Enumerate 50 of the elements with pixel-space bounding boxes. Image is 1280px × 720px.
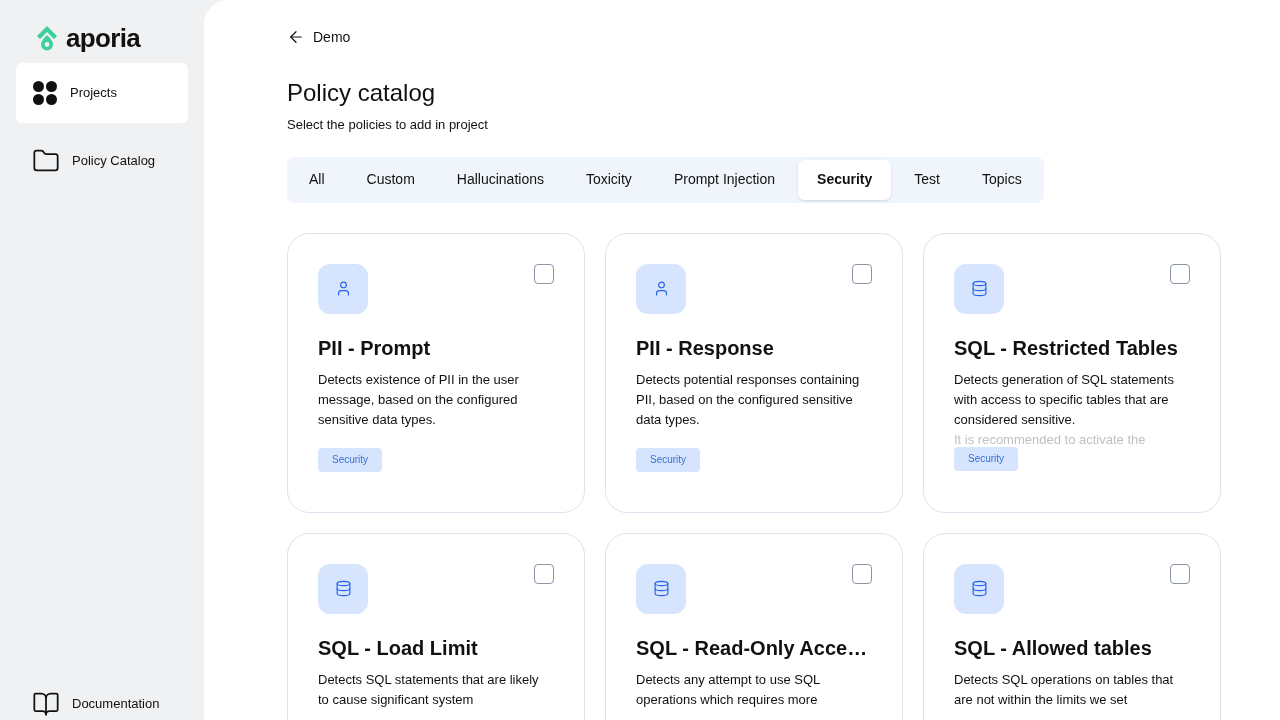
logo-text: aporia <box>66 21 141 55</box>
policy-card[interactable]: PII - Prompt Detects existence of PII in the user message, based on the configured sensitive data types. Security <box>287 232 585 513</box>
policy-card[interactable]: SQL - Restricted Tables Detects generation of SQL statements with access to specific tables that are considered sensitive. It is recommended to activate the Security <box>923 232 1221 513</box>
back-link[interactable]: Demo <box>287 26 1280 48</box>
card-description: Detects SQL operations on tables that are not within the limits we set <box>954 670 1175 709</box>
filter-tab[interactable]: Test <box>895 159 959 200</box>
category-tag: Security <box>318 447 383 472</box>
card-description: Detects any attempt to use SQL operations which requires more <box>636 670 821 709</box>
logo-icon <box>36 25 58 51</box>
card-description: Detects generation of SQL statements with access to specific tables that are considered sensitive. <box>954 370 1175 429</box>
card-title: PII - Prompt <box>318 335 432 361</box>
category-tag: Security <box>636 447 701 472</box>
card-description: Detects existence of PII in the user message, based on the configured sensitive data types. <box>318 370 520 429</box>
sidebar-item[interactable]: Projects <box>16 63 188 123</box>
filter-tab[interactable]: Security <box>798 159 892 200</box>
grid-icon <box>32 80 58 106</box>
page-subtitle: Select the policies to add in project <box>287 116 489 134</box>
checkbox[interactable] <box>1170 563 1190 584</box>
policy-card[interactable]: SQL - Load Limit Detects SQL statements that are likely to cause significant system <box>287 532 585 720</box>
checkbox[interactable] <box>852 263 872 284</box>
filter-tab[interactable]: Prompt Injection <box>654 159 795 200</box>
database-icon <box>970 580 988 597</box>
filter-tab[interactable]: Custom <box>347 159 434 200</box>
card-description: It is recommended to activate the <box>954 430 1147 449</box>
checkbox[interactable] <box>534 563 554 584</box>
book-icon <box>32 690 60 718</box>
database-icon <box>970 280 988 297</box>
card-description: Detects SQL statements that are likely to cause significant system <box>318 670 540 709</box>
checkbox[interactable] <box>1170 263 1190 284</box>
filter-tab[interactable]: Topics <box>963 159 1041 200</box>
card-title: SQL - Restricted Tables <box>954 335 1179 361</box>
filter-tab[interactable]: All <box>290 159 344 200</box>
card-title: SQL - Read-Only Acce… <box>636 635 869 661</box>
sidebar-item[interactable]: Policy Catalog <box>16 131 188 191</box>
policy-card[interactable]: SQL - Allowed tables Detects SQL operations on tables that are not within the limits we set <box>923 532 1221 720</box>
category-tag: Security <box>954 446 1019 471</box>
card-title: SQL - Load Limit <box>318 635 479 661</box>
filter-tab[interactable]: Hallucinations <box>437 159 563 200</box>
page-title: Policy catalog <box>287 78 437 108</box>
card-title: SQL - Allowed tables <box>954 635 1153 661</box>
database-icon <box>334 580 352 597</box>
policy-card[interactable]: PII - Response Detects potential responses containing PII, based on the configured sensitive data types. Security <box>605 232 903 513</box>
checkbox[interactable] <box>534 263 554 284</box>
card-description: Detects potential responses containing PII, based on the configured sensitive data types. <box>636 370 861 429</box>
card-title: PII - Response <box>636 335 775 361</box>
policy-card[interactable]: SQL - Read-Only Acce… Detects any attempt to use SQL operations which requires more <box>605 532 903 720</box>
filter-tab[interactable]: Toxicity <box>566 159 651 200</box>
database-icon <box>652 580 670 597</box>
checkbox[interactable] <box>852 563 872 584</box>
documentation-link[interactable]: Documentation <box>16 689 188 719</box>
